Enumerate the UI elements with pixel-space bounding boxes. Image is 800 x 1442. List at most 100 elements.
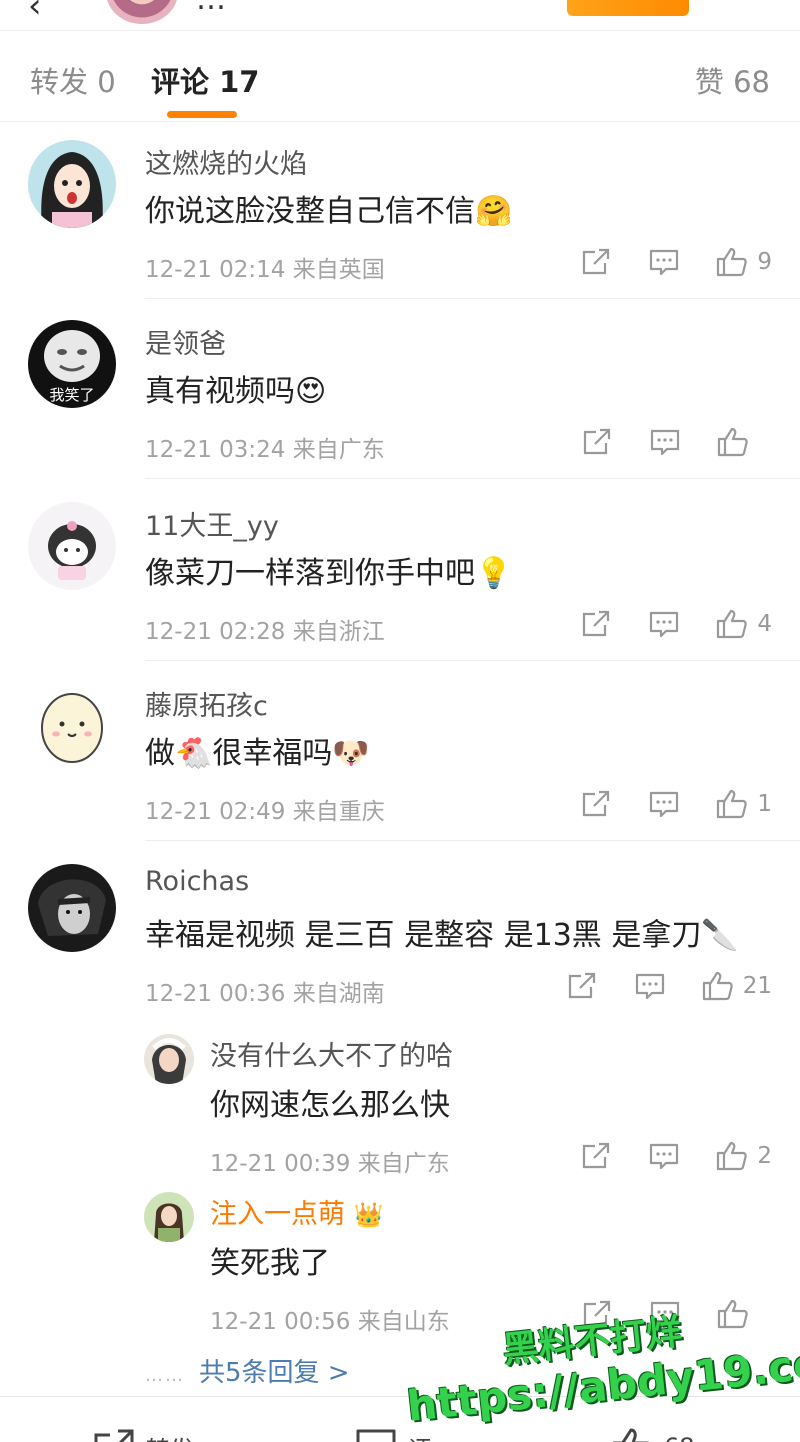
bottom-repost-button[interactable]: 转发 (92, 1427, 194, 1442)
more-replies-link[interactable]: 共5条回复 > (199, 1358, 350, 1388)
reply-author[interactable]: 没有什么大不了的哈 (210, 1034, 453, 1073)
comment-author[interactable]: 是领爸 (145, 322, 226, 361)
share-icon (580, 425, 614, 459)
divider (145, 298, 800, 299)
comment-text: 真有视频吗😍 (145, 374, 327, 409)
avatar[interactable]: 我笑了 (28, 320, 116, 408)
reply-meta: 12-21 00:56 来自山东 (210, 1309, 450, 1335)
comment-text: 幸福是视频 是三百 是整容 是13黑 是拿刀🔪 (145, 918, 739, 953)
share-button[interactable] (565, 969, 599, 1003)
follow-button[interactable] (567, 0, 689, 16)
divider (145, 840, 800, 841)
avatar[interactable] (144, 1192, 194, 1242)
chicken-emoji-icon: 🐔 (175, 736, 213, 771)
comment-author[interactable]: Roichas (145, 866, 249, 897)
reply-item: 没有什么大不了的哈 你网速怎么那么快 12-21 00:39 来自广东 2 (0, 1024, 800, 1184)
like-button[interactable] (716, 425, 772, 459)
comment-item: 这燃烧的火焰 你说这脸没整自己信不信🤗 12-21 02:14 来自英国 9 (0, 122, 800, 300)
like-count: 4 (757, 611, 772, 637)
avatar[interactable] (28, 682, 116, 770)
bottom-repost-label: 转发 (146, 1430, 194, 1442)
thumbs-up-icon (715, 245, 749, 279)
comment-actions: 21 (531, 966, 772, 1006)
like-button[interactable]: 1 (715, 787, 772, 821)
share-button[interactable] (579, 245, 613, 279)
author-avatar[interactable] (106, 0, 178, 24)
comment-icon (647, 787, 681, 821)
reply-author[interactable]: 注入一点萌 👑 (210, 1192, 383, 1231)
more-replies: …… 共5条回复 > (145, 1352, 350, 1389)
comment-icon (648, 1297, 682, 1331)
top-bar: ‹ … (0, 0, 800, 30)
share-icon (579, 607, 613, 641)
reply-actions (546, 1294, 772, 1334)
more-replies-dots: …… (145, 1365, 185, 1386)
like-button[interactable]: 4 (715, 607, 772, 641)
reply-button[interactable] (648, 425, 682, 459)
share-button[interactable] (579, 787, 613, 821)
reply-button[interactable] (647, 787, 681, 821)
share-icon (579, 1139, 613, 1173)
reply-item: 注入一点萌 👑 笑死我了 12-21 00:56 来自山东 (0, 1182, 800, 1342)
thumbs-up-icon (716, 425, 750, 459)
doge-emoji-icon: 🐶 (332, 736, 370, 771)
tab-repost[interactable]: 转发 0 (30, 59, 116, 101)
share-icon (565, 969, 599, 1003)
reply-button[interactable] (647, 607, 681, 641)
comment-author[interactable]: 藤原拓孩c (145, 684, 268, 723)
reply-actions: 2 (545, 1136, 772, 1176)
bottom-comment-button[interactable]: 评 (354, 1427, 432, 1442)
tab-comments[interactable]: 评论 17 (151, 59, 259, 101)
reply-button[interactable] (648, 1297, 682, 1331)
divider (145, 478, 800, 479)
bottom-comment-label: 评 (408, 1430, 432, 1442)
share-button[interactable] (580, 1297, 614, 1331)
bottom-like-button[interactable]: 68 (610, 1427, 695, 1442)
like-button[interactable]: 2 (715, 1139, 772, 1173)
author-name[interactable]: … (196, 0, 226, 17)
comment-author[interactable]: 11大王_yy (145, 504, 279, 543)
comment-icon (647, 607, 681, 641)
lightbulb-emoji-icon: 💡 (475, 556, 513, 591)
comment-icon (356, 1429, 396, 1442)
avatar[interactable] (28, 502, 116, 590)
comment-item: Roichas 幸福是视频 是三百 是整容 是13黑 是拿刀🔪 12-21 00… (0, 846, 800, 1026)
bottom-action-bar: 转发 评 68 (0, 1396, 800, 1442)
share-icon (579, 787, 613, 821)
share-button[interactable] (580, 425, 614, 459)
reply-button[interactable] (633, 969, 667, 1003)
thumbs-up-icon (715, 1139, 749, 1173)
avatar[interactable] (28, 140, 116, 228)
comment-meta: 12-21 02:28 来自浙江 (145, 619, 385, 645)
comment-icon (647, 245, 681, 279)
comment-icon (648, 425, 682, 459)
share-button[interactable] (579, 607, 613, 641)
like-count: 9 (757, 249, 772, 275)
avatar[interactable] (144, 1034, 194, 1084)
reply-button[interactable] (647, 1139, 681, 1173)
comment-meta: 12-21 00:36 来自湖南 (145, 981, 385, 1007)
comment-icon (647, 1139, 681, 1173)
share-button[interactable] (579, 1139, 613, 1173)
like-button[interactable]: 21 (701, 969, 772, 1003)
crown-badge-icon: 👑 (353, 1201, 384, 1229)
comment-author[interactable]: 这燃烧的火焰 (145, 142, 307, 181)
comment-meta: 12-21 03:24 来自广东 (145, 437, 385, 463)
repost-icon (94, 1429, 134, 1442)
like-button[interactable] (716, 1297, 772, 1331)
divider (145, 660, 800, 661)
comment-text: 做🐔很幸福吗🐶 (145, 736, 370, 771)
back-icon[interactable]: ‹ (28, 0, 42, 26)
avatar-caption: 我笑了 (49, 386, 94, 404)
thumbs-up-icon (715, 787, 749, 821)
like-button[interactable]: 9 (715, 245, 772, 279)
thumbs-up-icon (716, 1297, 750, 1331)
comment-actions: 9 (545, 242, 772, 282)
reply-meta: 12-21 00:39 来自广东 (210, 1151, 450, 1177)
reply-button[interactable] (647, 245, 681, 279)
comment-icon (633, 969, 667, 1003)
tab-likes[interactable]: 赞 68 (695, 59, 770, 101)
avatar[interactable] (28, 864, 116, 952)
thumbs-up-icon (715, 607, 749, 641)
comment-item: 我笑了 是领爸 真有视频吗😍 12-21 03:24 来自广东 (0, 302, 800, 480)
